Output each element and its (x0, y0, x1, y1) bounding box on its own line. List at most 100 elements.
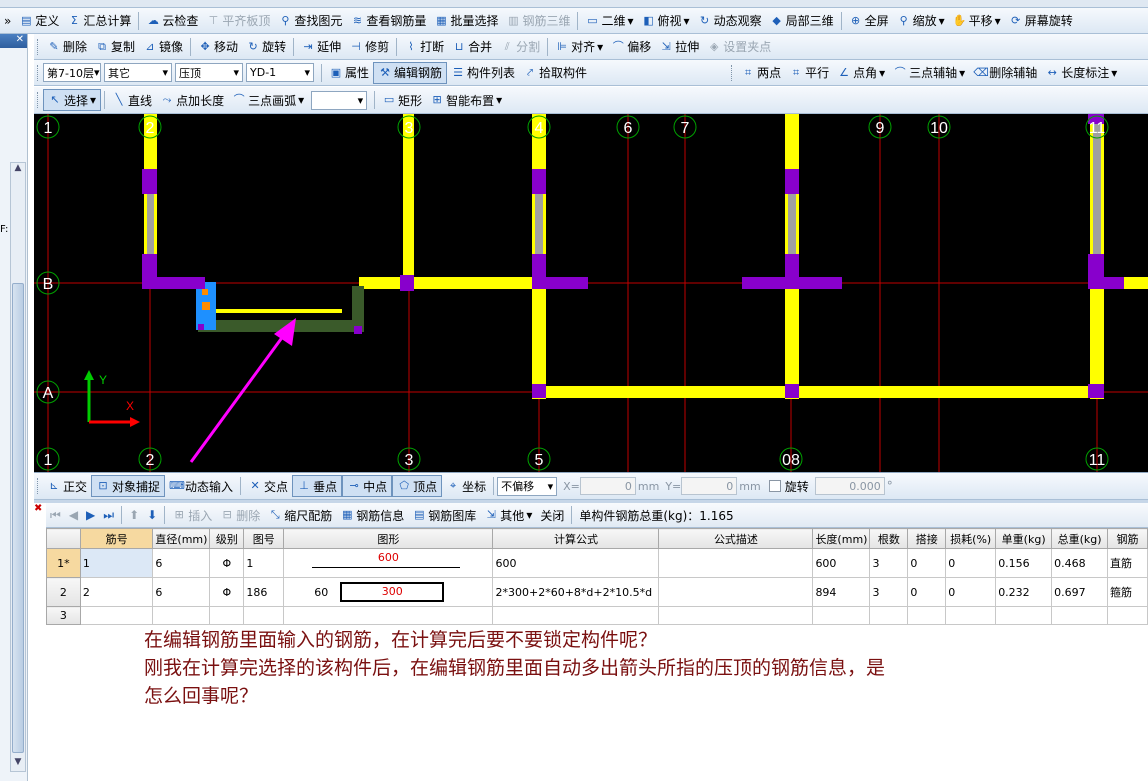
name-select[interactable]: YD-1 ▾ (246, 63, 314, 82)
table-cell-formula[interactable]: 2*300+2*60+8*d+2*10.5*d (492, 577, 660, 607)
table-cell-total_w[interactable] (1051, 606, 1109, 625)
tb1-button-3[interactable]: ⊤ 平齐板顶 (202, 10, 274, 32)
tb3-button-1[interactable]: ⚒ 编辑钢筋 (373, 61, 448, 84)
table-cell-bar_no[interactable]: 2 (79, 577, 154, 607)
tb1-button-1[interactable]: Σ 汇总计算 (63, 10, 135, 32)
panel-scrollbar[interactable]: ▲ ▼ (10, 162, 26, 772)
table-cell-dia[interactable] (152, 606, 211, 625)
columns[interactable] (142, 114, 1124, 398)
tb2-button-11[interactable]: ⌒ 偏移 (607, 36, 655, 58)
column-header-4[interactable]: 图形 (283, 528, 494, 549)
tb2-button-4[interactable]: ↻ 旋转 (242, 36, 290, 58)
scroll-up-icon[interactable]: ▲ (11, 163, 25, 177)
snap-button-6[interactable]: ⬠ 顶点 (392, 475, 443, 497)
floor-select[interactable]: 第7-10层 ▾ (43, 63, 101, 82)
tb2-button-12[interactable]: ⇲ 拉伸 (655, 36, 703, 58)
table-cell-count[interactable] (869, 606, 909, 625)
tb1-button-8[interactable]: ▭ 二维 ▾ (581, 10, 637, 32)
toolbar-grip[interactable] (37, 92, 40, 108)
table-cell-dia[interactable]: 6 (152, 548, 211, 578)
tb3aux-button-5[interactable]: ↔ 长度标注 ▾ (1041, 62, 1121, 84)
tb1-button-11[interactable]: ◆ 局部三维 (766, 10, 838, 32)
close-panel-icon[interactable]: ✖ (34, 503, 46, 515)
snap-button-5[interactable]: ⊸ 中点 (342, 475, 393, 497)
tb1-button-6[interactable]: ▦ 批量选择 (430, 10, 502, 32)
tb3aux-button-1[interactable]: ⌗ 平行 (785, 62, 833, 84)
move-down-icon[interactable]: ⬇ (143, 504, 161, 526)
tb2-button-13[interactable]: ◈ 设置夹点 (703, 36, 775, 58)
column-header-5[interactable]: 计算公式 (492, 528, 660, 549)
table-cell-lap[interactable]: 0 (907, 548, 947, 578)
column-header-13[interactable]: 钢筋 (1107, 528, 1148, 549)
column-header-9[interactable]: 搭接 (907, 528, 947, 549)
table-cell-unit_w[interactable] (995, 606, 1053, 625)
tb1-button-4[interactable]: ⚲ 查找图元 (274, 10, 346, 32)
snap-button-7[interactable]: ⌖ 坐标 (442, 475, 490, 497)
toolbar-overflow[interactable]: » (0, 10, 15, 32)
table-cell-count[interactable]: 3 (869, 577, 909, 607)
table-cell-unit_w[interactable]: 0.156 (995, 548, 1053, 578)
table-cell-grade[interactable]: Φ (209, 577, 245, 607)
column-header-0[interactable]: 筋号 (79, 528, 154, 549)
member-select[interactable]: 压顶 ▾ (175, 63, 243, 82)
table-cell-SHAPE[interactable] (283, 606, 494, 625)
toolbar-grip[interactable] (37, 38, 40, 55)
tb2-button-9[interactable]: ⫽ 分割 (496, 36, 544, 58)
rotate-checkbox[interactable] (768, 480, 781, 492)
table-cell-fig[interactable]: 1 (243, 548, 285, 578)
y-input[interactable]: 0 (681, 477, 738, 495)
column-header-8[interactable]: 根数 (869, 528, 909, 549)
table-cell-desc[interactable] (658, 548, 814, 578)
toolbar-grip[interactable] (37, 64, 40, 81)
tb4b-button-0[interactable]: ▭ 矩形 (378, 89, 426, 111)
table-cell-formula[interactable]: 600 (492, 548, 660, 578)
rebar-info-button[interactable]: ▦ 钢筋信息 (336, 504, 408, 526)
table-cell-SHAPE[interactable]: 60 300 (283, 577, 494, 607)
prev-record-icon[interactable]: ◀ (65, 504, 82, 526)
table-cell-SHAPE[interactable]: 600 (283, 548, 494, 578)
tb3aux-button-0[interactable]: ⌗ 两点 (737, 62, 785, 84)
row-header[interactable]: 2 (46, 577, 81, 607)
snap-button-1[interactable]: ⊡ 对象捕捉 (91, 475, 166, 497)
table-cell-formula[interactable] (492, 606, 660, 625)
toolbar-grip[interactable] (37, 478, 40, 494)
tb2-button-8[interactable]: ⊔ 合并 (448, 36, 496, 58)
other-menu-button[interactable]: ⇲ 其他 ▾ (480, 504, 536, 526)
table-cell-length[interactable]: 600 (812, 548, 871, 578)
table-cell-type[interactable]: 箍筋 (1107, 577, 1148, 607)
table-row[interactable]: 3 (46, 606, 1148, 625)
first-record-icon[interactable]: ⏮ (46, 504, 65, 526)
table-cell-lap[interactable] (907, 606, 947, 625)
tb3aux-button-2[interactable]: ∠ 点角 ▾ (833, 62, 889, 84)
tb3-button-0[interactable]: ▣ 属性 (325, 62, 373, 84)
rebar-library-button[interactable]: ▤ 钢筋图库 (408, 504, 480, 526)
row-header[interactable]: 3 (46, 606, 81, 625)
snap-button-4[interactable]: ⊥ 垂点 (292, 475, 343, 497)
tb1-button-12[interactable]: ⊕ 全屏 (845, 10, 893, 32)
panel-close-icon[interactable]: ✕ (0, 34, 27, 48)
table-cell-unit_w[interactable]: 0.232 (995, 577, 1053, 607)
table-row[interactable]: 2 2 6 Φ 186 60 300 2*300+2*60+8*d+2*10.5*d 894 3 0… (46, 577, 1148, 607)
draw-mode-select[interactable]: ▾ (311, 90, 368, 110)
rotate-input[interactable]: 0.000 (814, 477, 885, 495)
tb2-button-10[interactable]: ⊫ 对齐 ▾ (551, 36, 607, 58)
tb4-button-1[interactable]: ╲ 直线 (108, 89, 156, 111)
tb1-button-0[interactable]: ▤ 定义 (15, 10, 63, 32)
tb4b-button-1[interactable]: ⊞ 智能布置 ▾ (426, 89, 506, 111)
table-cell-desc[interactable] (658, 606, 814, 625)
tb4-button-2[interactable]: ⤳ 点加长度 (156, 89, 228, 111)
table-cell-type[interactable] (1107, 606, 1148, 625)
walls[interactable] (144, 114, 1148, 399)
tb2-button-2[interactable]: ⊿ 镜像 (139, 36, 187, 58)
column-header-12[interactable]: 总重(kg) (1051, 528, 1109, 549)
offset-mode-select[interactable]: 不偏移 ▾ (497, 476, 558, 496)
x-input[interactable]: 0 (579, 477, 636, 495)
tb2-button-0[interactable]: ✎ 删除 (43, 36, 91, 58)
table-cell-desc[interactable] (658, 577, 814, 607)
scroll-down-icon[interactable]: ▼ (11, 757, 25, 771)
tb2-button-3[interactable]: ✥ 移动 (194, 36, 242, 58)
column-header-7[interactable]: 长度(mm) (812, 528, 871, 549)
cap-member-yd1[interactable] (196, 282, 364, 332)
table-cell-lap[interactable]: 0 (907, 577, 947, 607)
snap-button-2[interactable]: ⌨ 动态输入 (165, 475, 237, 497)
